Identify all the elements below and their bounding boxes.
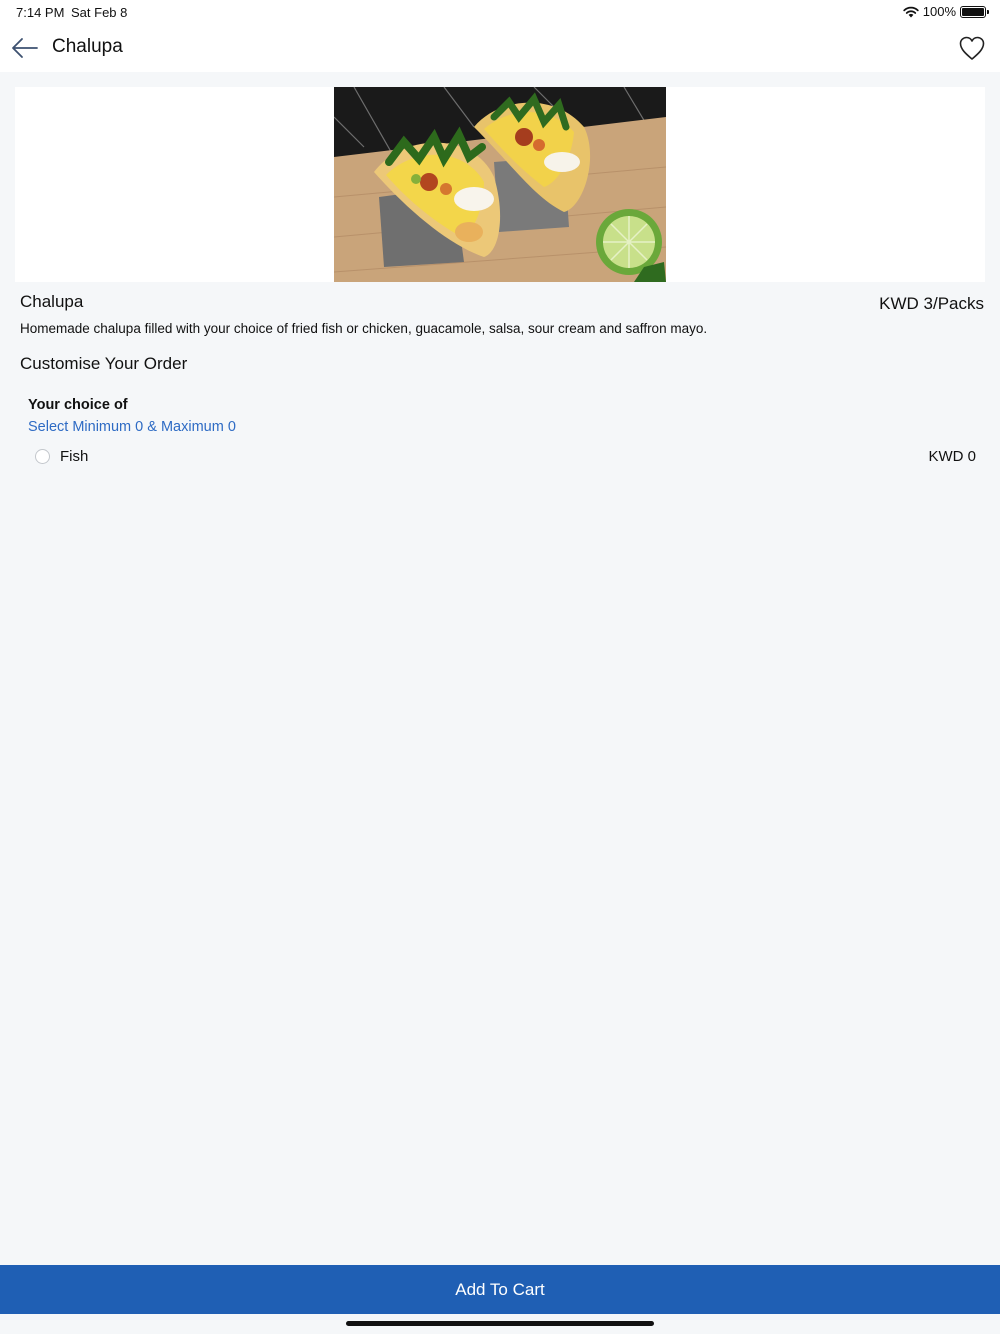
status-date: Sat Feb 8: [71, 5, 128, 20]
navigation-bar: Chalupa: [0, 24, 1000, 72]
option-radio[interactable]: [35, 449, 50, 464]
option-price: KWD 0: [928, 448, 976, 465]
back-arrow-icon: [12, 38, 38, 58]
add-to-cart-button[interactable]: Add To Cart: [0, 1265, 1000, 1314]
customise-section-title: Customise Your Order: [20, 354, 188, 373]
product-image-panel: [15, 87, 985, 282]
heart-icon: [959, 36, 985, 60]
product-image: [334, 87, 666, 282]
wifi-icon: [903, 6, 919, 17]
status-time: 7:14 PM: [16, 5, 65, 20]
status-indicators: 100%: [903, 4, 989, 19]
chalupa-photo: [334, 87, 666, 282]
home-indicator: [346, 1321, 654, 1326]
battery-percentage: 100%: [922, 4, 956, 19]
option-group-title: Your choice of: [28, 397, 128, 413]
option-label: Fish: [60, 448, 89, 465]
product-description: Homemade chalupa filled with your choice…: [20, 321, 708, 336]
product-price: KWD 3/Packs: [879, 294, 984, 313]
product-name: Chalupa: [20, 292, 84, 311]
option-group-rule: Select Minimum 0 & Maximum 0: [28, 419, 236, 435]
favorite-button[interactable]: [958, 35, 986, 61]
page-title: Chalupa: [52, 36, 123, 57]
option-row-fish[interactable]: Fish KWD 0: [28, 444, 976, 468]
battery-icon: [960, 5, 989, 18]
status-bar: 7:14 PM Sat Feb 8 100%: [0, 0, 1000, 24]
back-button[interactable]: [10, 36, 40, 60]
